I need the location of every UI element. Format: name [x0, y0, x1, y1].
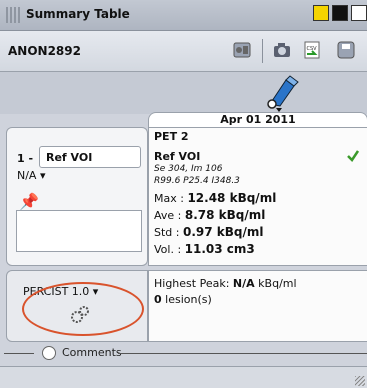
highest-peak: Highest Peak: N/A kBq/ml [154, 277, 297, 290]
comments-bar: Comments [0, 342, 367, 364]
brush-tool-icon[interactable] [264, 74, 302, 114]
restore-window-icon[interactable] [351, 5, 367, 21]
series-name: PET 2 [154, 130, 189, 143]
voi-notes-field[interactable] [16, 210, 142, 252]
coords: R99.6 P25.4 I348.3 [154, 176, 240, 186]
comments-label: Comments [62, 346, 122, 359]
camera-icon[interactable] [272, 40, 292, 60]
voi-name-value: Ref VOI [46, 151, 93, 164]
lesion-count: 0 lesion(s) [154, 293, 212, 306]
pin-icon[interactable]: 📌 [19, 192, 39, 211]
voi-panel: 1 - Ref VOI N/A ▾ 📌 [6, 127, 148, 266]
drag-grip-icon[interactable] [6, 7, 20, 23]
checkmark-icon[interactable] [347, 150, 359, 162]
voi-name-field[interactable]: Ref VOI [39, 146, 141, 168]
title-bar: Summary Table [0, 0, 367, 31]
patient-id: ANON2892 [8, 44, 81, 58]
highlight-oval [22, 282, 144, 336]
csv-export-icon[interactable]: CSV [302, 40, 322, 60]
window-title: Summary Table [26, 7, 130, 21]
stat-std: Std : 0.97 kBq/ml [154, 225, 264, 239]
svg-text:CSV: CSV [307, 46, 318, 52]
voi-index: 1 - [17, 152, 34, 165]
stat-vol: Vol. : 11.03 cm3 [154, 242, 255, 256]
slice-info: Se 304, Im 106 [154, 164, 223, 174]
layout-black-icon[interactable] [332, 5, 348, 21]
series-stats-panel: PET 2 Ref VOI Se 304, Im 106 R99.6 P25.4… [148, 127, 367, 266]
layout-icon[interactable] [232, 40, 252, 60]
stat-ave: Ave : 8.78 kBq/ml [154, 208, 266, 222]
tool-band [0, 72, 367, 114]
series-voi-name: Ref VOI [154, 150, 201, 163]
save-icon[interactable] [336, 40, 356, 60]
expand-comments-button[interactable] [42, 346, 56, 360]
date-header: Apr 01 2011 [148, 112, 367, 127]
stat-max: Max : 12.48 kBq/ml [154, 191, 277, 205]
percist-results-panel: Highest Peak: N/A kBq/ml 0 lesion(s) [148, 270, 367, 342]
resize-grip-icon[interactable] [355, 376, 365, 386]
toolbar: ANON2892 CSV [0, 31, 367, 72]
status-bar [0, 366, 367, 388]
layout-yellow-icon[interactable] [313, 5, 329, 21]
voi-status-dropdown[interactable]: N/A ▾ [17, 169, 46, 182]
